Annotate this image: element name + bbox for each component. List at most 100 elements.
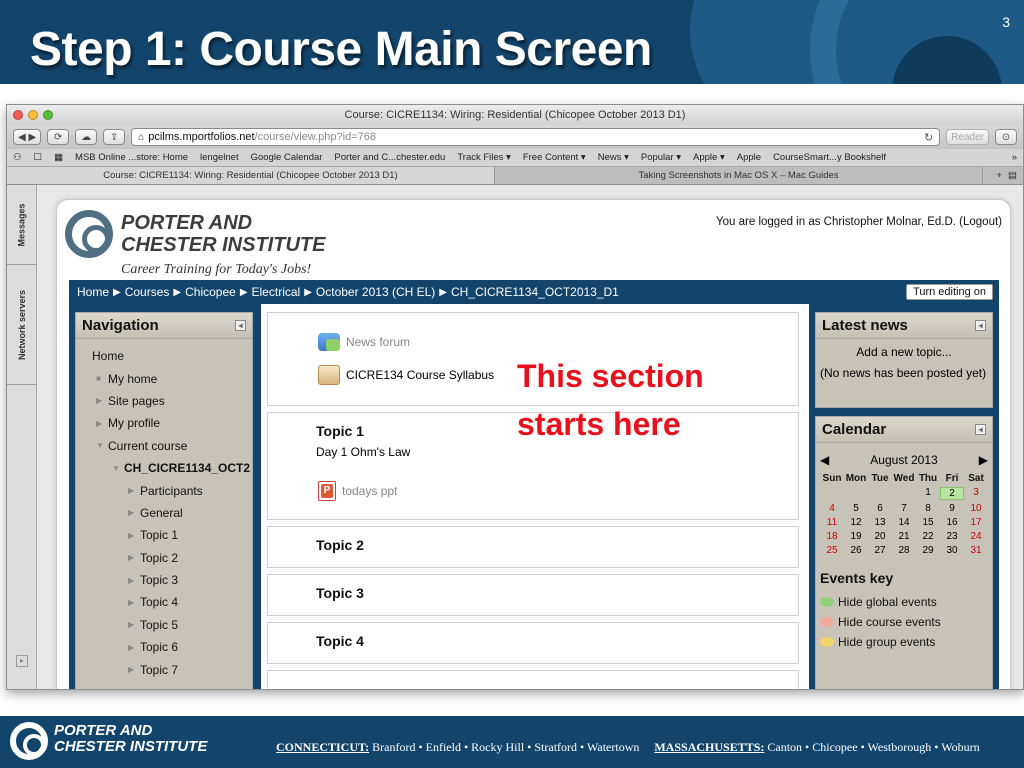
minimize-window-button[interactable] [28,110,38,120]
calendar-day[interactable]: 6 [868,503,892,514]
calendar-day[interactable]: 8 [916,503,940,514]
bookmarks-icon[interactable]: ☐ [34,152,43,163]
bookmark-item[interactable]: Track Files ▾ [457,152,511,163]
calendar-day[interactable]: 11 [820,517,844,528]
nav-item[interactable]: ▶ Topic 5 [76,614,252,636]
calendar-day[interactable]: 16 [940,517,964,528]
turn-editing-on-button[interactable]: Turn editing on [906,284,993,300]
nav-item[interactable]: ▶ Topic 2 [76,547,252,569]
bookmark-item[interactable]: CourseSmart...y Bookshelf [773,152,886,163]
calendar-day[interactable]: 29 [916,545,940,556]
history-icon[interactable]: ⟳ [47,129,70,145]
top-sites-icon[interactable]: ▦ [54,152,63,163]
bookmark-item[interactable]: Google Calendar [251,152,323,163]
calendar-day[interactable]: 10 [964,503,988,514]
bookmark-item[interactable]: Apple ▾ [693,152,725,163]
bookmark-item[interactable]: lengelnet [200,152,239,163]
bookmark-item[interactable]: News ▾ [598,152,629,163]
bookmark-item[interactable]: Popular ▾ [641,152,681,163]
calendar-day[interactable]: 28 [892,545,916,556]
breadcrumb-home[interactable]: Home [77,285,109,299]
nav-item[interactable]: ▶ Topic 4 [76,591,252,613]
calendar-day[interactable]: 14 [892,517,916,528]
next-month-icon[interactable]: ▶ [979,453,988,467]
breadcrumb-october-2013[interactable]: October 2013 (CH EL) [316,285,435,299]
cloud-icon[interactable]: ☁ [75,129,98,145]
events-key-item[interactable]: Hide group events [820,632,992,652]
bookmark-item[interactable]: MSB Online ...store: Home [75,152,188,163]
nav-item[interactable]: ▶ Topic 7 [76,658,252,680]
calendar-day[interactable]: 2 [940,487,964,500]
bookmark-item[interactable]: Apple [737,152,761,163]
nav-item[interactable]: ▶ Participants [76,479,252,501]
calendar-day[interactable]: 27 [868,545,892,556]
events-key-item[interactable]: Hide course events [820,612,992,632]
calendar-day[interactable]: 22 [916,531,940,542]
calendar-day[interactable]: 5 [844,503,868,514]
dock-block-icon[interactable]: ◂ [975,320,986,331]
calendar-day[interactable]: 31 [964,545,988,556]
calendar-day[interactable]: 15 [916,517,940,528]
share-icon[interactable]: ⇪ [103,129,126,145]
bookmark-item[interactable]: Free Content ▾ [523,152,586,163]
nav-item[interactable]: ▼ CH_CICRE1134_OCT2 [76,457,252,479]
more-bookmarks-icon[interactable]: » [1012,152,1017,163]
calendar-day[interactable]: 17 [964,517,988,528]
reader-button[interactable]: Reader [946,129,989,145]
syllabus-link[interactable]: CICRE134 Course Syllabus [346,368,494,382]
tab-overview-icon[interactable]: ▤ [1008,170,1017,181]
calendar-day[interactable]: 19 [844,531,868,542]
zoom-window-button[interactable] [43,110,53,120]
login-info[interactable]: You are logged in as Christopher Molnar,… [716,216,1002,228]
nav-item[interactable]: ▶ Topic 6 [76,636,252,658]
back-forward-button[interactable]: ◀ ▶ [13,129,42,145]
breadcrumb-electrical[interactable]: Electrical [252,285,301,299]
todays-ppt-activity[interactable]: todays ppt [318,481,397,501]
news-forum-link[interactable]: News forum [346,335,410,349]
calendar-day[interactable]: 9 [940,503,964,514]
side-tab-messages[interactable]: Messages [7,185,37,265]
breadcrumb-courses[interactable]: Courses [125,285,170,299]
site-logo[interactable]: PORTER AND CHESTER INSTITUTE Career Trai… [65,210,385,282]
dock-block-icon[interactable]: ◂ [975,424,986,435]
calendar-day[interactable]: 24 [964,531,988,542]
calendar-day[interactable]: 23 [940,531,964,542]
calendar-day[interactable]: 30 [940,545,964,556]
close-window-button[interactable] [13,110,23,120]
calendar-day[interactable]: 12 [844,517,868,528]
news-forum-activity[interactable]: News forum [318,333,410,351]
nav-item[interactable]: ▶ Topic 3 [76,569,252,591]
calendar-day[interactable]: 4 [820,503,844,514]
nav-item[interactable]: Home [76,345,252,367]
calendar-day[interactable]: 13 [868,517,892,528]
nav-item[interactable]: ■ My home [76,367,252,389]
reload-icon[interactable]: ↻ [924,131,933,144]
downloads-icon[interactable]: ⊙ [995,129,1017,145]
calendar-day[interactable]: 18 [820,531,844,542]
calendar-day[interactable]: 25 [820,545,844,556]
calendar-day[interactable]: 3 [964,487,988,500]
nav-item[interactable]: ▶ My profile [76,412,252,434]
bookmark-item[interactable]: Porter and C...chester.edu [334,152,445,163]
add-topic-link[interactable]: Add a new topic... [816,339,992,359]
new-tab-icon[interactable]: + [996,170,1002,181]
todays-ppt-link[interactable]: todays ppt [342,484,397,498]
tab-course[interactable]: Course: CICRE1134: Wiring: Residential (… [7,167,495,184]
syllabus-activity[interactable]: CICRE134 Course Syllabus [318,365,494,385]
calendar-day[interactable]: 26 [844,545,868,556]
drawer-toggle-icon[interactable]: ▸ [16,655,28,667]
tab-screenshots-guide[interactable]: Taking Screenshots in Mac OS X – Mac Gui… [495,167,983,184]
breadcrumb-chicopee[interactable]: Chicopee [185,285,236,299]
calendar-day[interactable]: 21 [892,531,916,542]
url-bar[interactable]: ⌂ pcilms.mportfolios.net/course/view.php… [131,128,941,146]
previous-month-icon[interactable]: ◀ [820,453,829,467]
nav-item[interactable]: ▶ General [76,502,252,524]
nav-item[interactable]: ▼ Current course [76,435,252,457]
reading-list-icon[interactable]: ⚇ [13,152,22,163]
side-tab-network-servers[interactable]: Network servers [7,265,37,385]
calendar-day[interactable]: 1 [916,487,940,500]
nav-item[interactable]: ▶ Site pages [76,390,252,412]
events-key-item[interactable]: Hide global events [820,592,992,612]
nav-item[interactable]: ▶ Topic 1 [76,524,252,546]
dock-block-icon[interactable]: ◂ [235,320,246,331]
